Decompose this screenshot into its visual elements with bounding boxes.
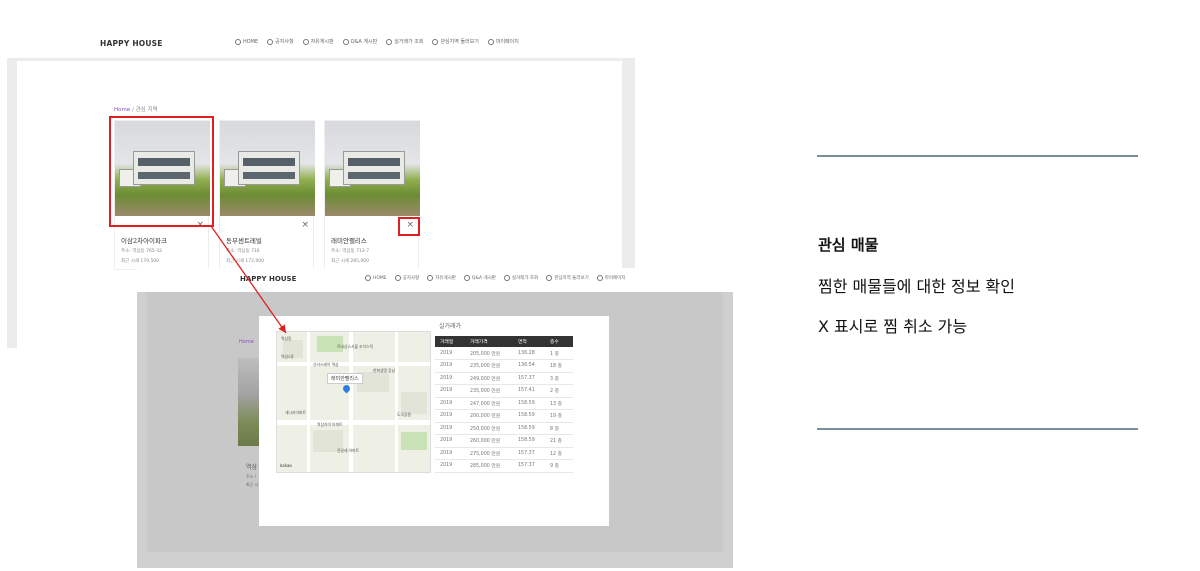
caption-top-rule [817, 155, 1138, 157]
caption-bottom-rule [817, 428, 1138, 430]
caption-title: 관심 매물 [818, 236, 879, 254]
caption-line-1: 찜한 매물들에 대한 정보 확인 [818, 277, 1015, 296]
annotation-arrow [210, 225, 287, 334]
slide: HAPPY HOUSE HOME 공지사항 자유게시판 Q&A 게시판 실거래가… [0, 0, 1200, 571]
caption-line-2: X 표시로 찜 취소 가능 [818, 317, 968, 336]
